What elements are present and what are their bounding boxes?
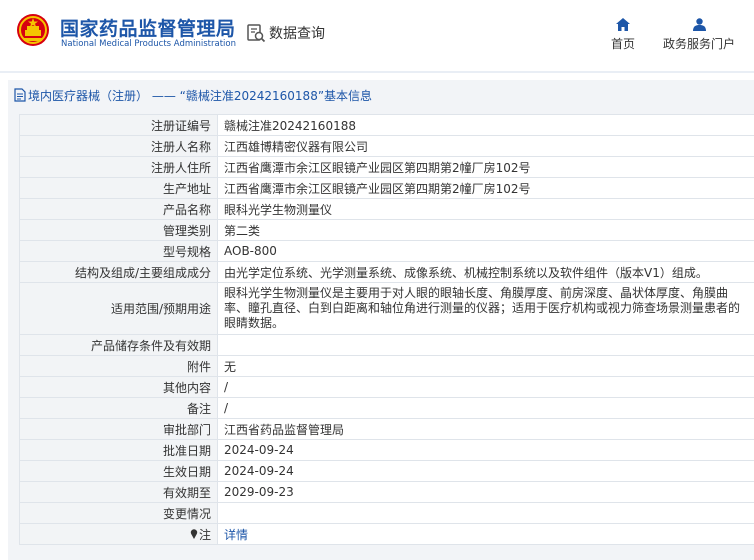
row-label: 生效日期 [20,461,218,481]
note-label: 注 [198,527,211,542]
table-row: 变更情况 [20,503,754,524]
table-row: 适用范围/预期用途 眼科光学生物测量仪是主要用于对人眼的眼轴长度、角膜厚度、前房… [20,283,754,335]
nav-home-label: 首页 [610,37,635,51]
table-row: 产品储存条件及有效期 [20,335,754,356]
table-row: 注 详情 [20,524,754,545]
row-label: 附件 [20,356,218,376]
nav-service-label: 政务服务门户 [662,37,735,51]
table-row: 管理类别 第二类 [20,220,754,241]
row-label: 适用范围/预期用途 [20,283,218,334]
row-value: 江西省鹰潭市余江区眼镜产业园区第四期第2幢厂房102号 [224,181,531,196]
table-row: 批准日期 2024-09-24 [20,440,754,461]
site-title-english: National Medical Products Administration [61,39,236,49]
pin-icon [190,529,198,539]
row-label: 结构及组成/主要组成成分 [20,262,218,282]
site-header: 国家药品监督管理局 National Medical Products Admi… [0,0,754,70]
table-row: 注册人名称 江西雄博精密仪器有限公司 [20,136,754,157]
table-row: 注册证编号 赣械注准20242160188 [20,115,754,136]
row-label: 变更情况 [20,503,218,523]
row-label: 注册人住所 [20,157,218,177]
row-value: 第二类 [224,223,261,238]
row-value: 无 [224,359,237,374]
search-document-icon [247,24,266,43]
row-label: 备注 [20,398,218,418]
row-label: 生产地址 [20,178,218,198]
row-value: / [224,380,229,394]
row-label: 注册人名称 [20,136,218,156]
row-value: 江西省鹰潭市余江区眼镜产业园区第四期第2幢厂房102号 [224,160,531,175]
note-value-cell: 详情 [218,524,754,544]
row-value [218,335,754,355]
row-value: 江西省药品监督管理局 [224,422,345,437]
table-row: 结构及组成/主要组成成分 由光学定位系统、光学测量系统、成像系统、机械控制系统以… [20,262,754,283]
row-label: 产品储存条件及有效期 [20,335,218,355]
row-value: 赣械注准20242160188 [224,118,356,133]
row-value: 2029-09-23 [224,485,294,499]
breadcrumb: 境内医疗器械（注册） —— “赣械注准20242160188”基本信息 [14,83,372,107]
row-label: 其他内容 [20,377,218,397]
table-row: 注册人住所 江西省鹰潭市余江区眼镜产业园区第四期第2幢厂房102号 [20,157,754,178]
nav-service-portal[interactable]: 政务服务门户 [659,18,739,52]
nav-home[interactable]: 首页 [607,18,639,52]
home-icon [616,18,630,31]
row-label: 有效期至 [20,482,218,502]
row-label: 管理类别 [20,220,218,240]
site-title: 国家药品监督管理局 [60,18,236,40]
table-row: 其他内容 / [20,377,754,398]
table-row: 备注 / [20,398,754,419]
table-row: 生产地址 江西省鹰潭市余江区眼镜产业园区第四期第2幢厂房102号 [20,178,754,199]
row-value: 2024-09-24 [224,464,294,478]
row-value: 眼科光学生物测量仪 [224,202,333,217]
row-value: 眼科光学生物测量仪是主要用于对人眼的眼轴长度、角膜厚度、前房深度、晶状体厚度、角… [224,286,741,330]
row-label: 批准日期 [20,440,218,460]
row-value: AOB-800 [224,244,277,258]
table-row: 型号规格 AOB-800 [20,241,754,262]
row-label: 注册证编号 [20,115,218,135]
row-label: 产品名称 [20,199,218,219]
data-query-link[interactable]: 数据查询 [246,22,325,44]
table-row: 审批部门 江西省药品监督管理局 [20,419,754,440]
table-row: 生效日期 2024-09-24 [20,461,754,482]
table-row: 附件 无 [20,356,754,377]
row-value: 由光学定位系统、光学测量系统、成像系统、机械控制系统以及软件组件（版本V1）组成… [224,265,708,280]
national-emblem-icon [17,14,49,46]
document-icon [14,88,26,102]
row-label: 审批部门 [20,419,218,439]
header-divider [0,71,754,73]
user-icon [692,18,706,31]
row-label: 型号规格 [20,241,218,261]
row-value: / [224,401,229,415]
info-table: 注册证编号 赣械注准20242160188 注册人名称 江西雄博精密仪器有限公司… [19,114,754,545]
data-query-label: 数据查询 [269,26,325,42]
detail-panel: 境内医疗器械（注册） —— “赣械注准20242160188”基本信息 注册证编… [8,80,754,560]
details-link[interactable]: 详情 [224,526,248,543]
table-row: 产品名称 眼科光学生物测量仪 [20,199,754,220]
breadcrumb-text: 境内医疗器械（注册） —— “赣械注准20242160188”基本信息 [28,88,373,103]
table-row: 有效期至 2029-09-23 [20,482,754,503]
row-value: 江西雄博精密仪器有限公司 [224,139,369,154]
note-label-cell: 注 [20,524,218,544]
row-value: 2024-09-24 [224,443,294,457]
row-value [218,503,754,523]
